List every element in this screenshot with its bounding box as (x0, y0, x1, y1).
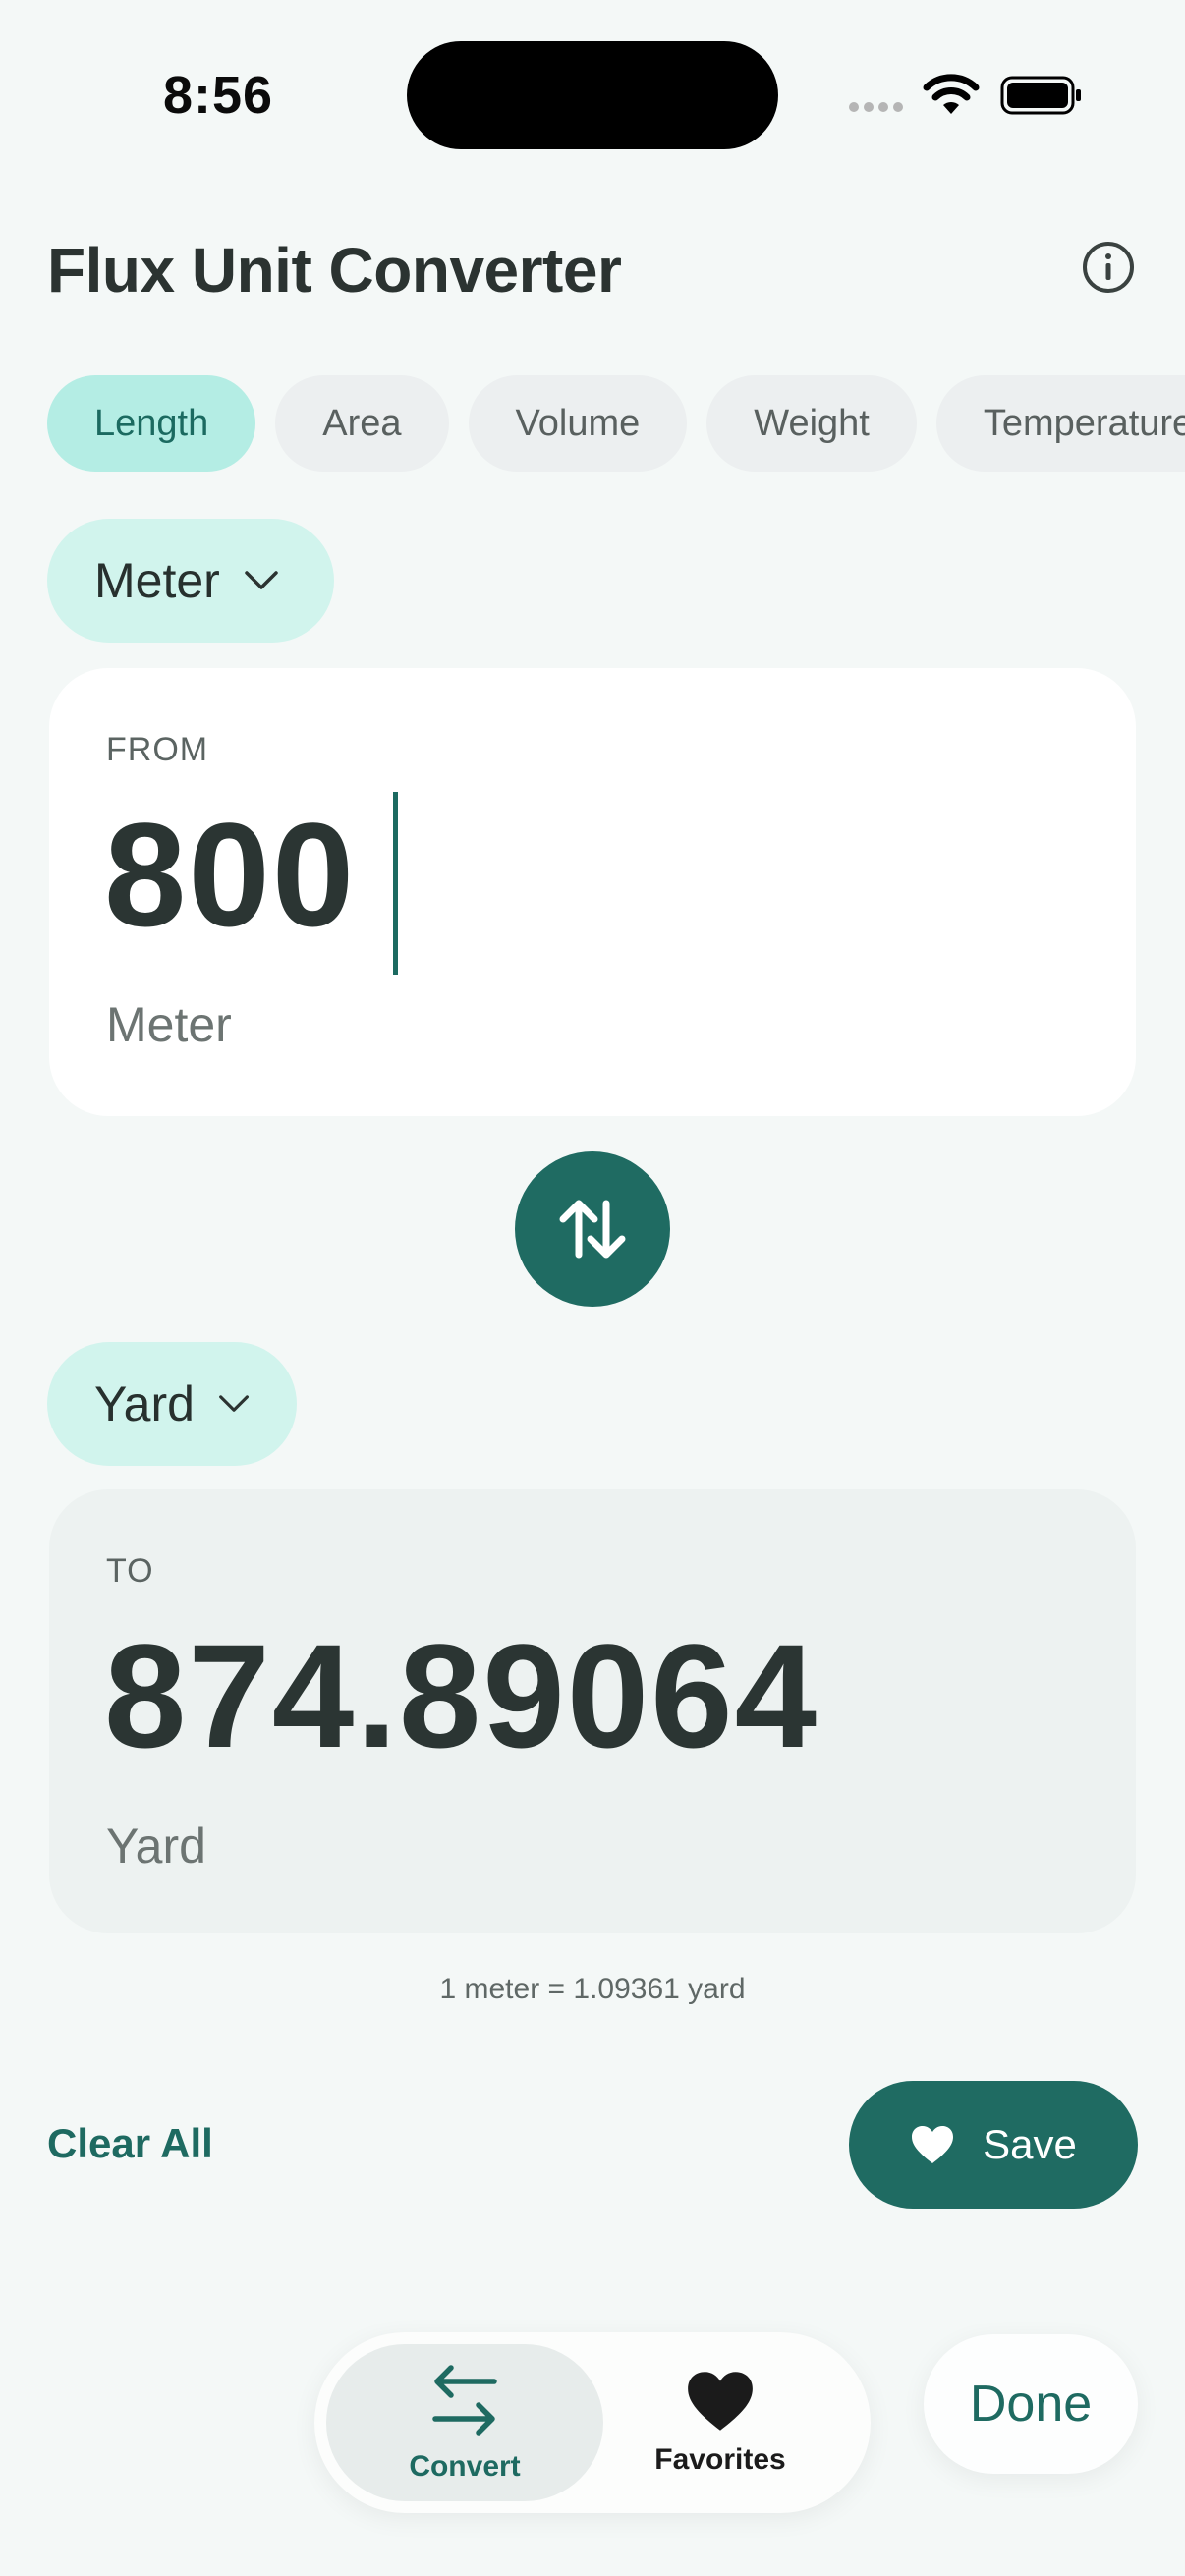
to-value: 874.89064 (104, 1613, 819, 1778)
tab-length[interactable]: Length (47, 375, 256, 472)
to-unit-dropdown[interactable]: Yard (47, 1342, 297, 1466)
from-card[interactable]: FROM 800 Meter (49, 668, 1136, 1116)
status-time: 8:56 (163, 66, 274, 125)
battery-icon (1000, 76, 1081, 115)
to-label: TO (106, 1552, 154, 1590)
save-button[interactable]: Save (849, 2081, 1138, 2209)
swap-arrows-icon (559, 1200, 626, 1259)
to-unit-text: Yard (106, 1819, 206, 1874)
chevron-down-icon (219, 1395, 249, 1412)
done-button[interactable]: Done (924, 2334, 1138, 2474)
heart-icon (912, 2126, 954, 2163)
tab-temperature[interactable]: Temperature (935, 375, 1185, 472)
from-label: FROM (106, 731, 209, 768)
tab-favorites[interactable]: Favorites (582, 2344, 859, 2501)
to-unit-dropdown-label: Yard (94, 1376, 195, 1431)
conversion-rate: 1 meter = 1.09361 yard (439, 1973, 746, 2005)
category-tabs: Length Area Volume Weight Temperature (47, 375, 1185, 474)
tab-favorites-label: Favorites (654, 2443, 786, 2476)
wifi-icon (923, 74, 980, 114)
convert-arrows-icon (432, 2365, 497, 2436)
tab-volume[interactable]: Volume (468, 375, 688, 472)
to-card: TO 874.89064 Yard (49, 1489, 1136, 1933)
save-label: Save (983, 2121, 1077, 2167)
dynamic-island (407, 41, 778, 149)
chevron-down-icon (245, 571, 278, 589)
from-unit-dropdown-label: Meter (94, 553, 220, 608)
text-cursor (393, 792, 398, 975)
info-icon[interactable] (1081, 240, 1136, 295)
tab-area[interactable]: Area (275, 375, 449, 472)
from-value-input[interactable]: 800 (104, 790, 356, 960)
bottom-tab-bar: Convert Favorites (314, 2332, 871, 2513)
heart-icon (688, 2372, 753, 2431)
clear-all-button[interactable]: Clear All (47, 2120, 213, 2167)
swap-units-button[interactable] (515, 1151, 670, 1307)
from-unit-text: Meter (106, 997, 232, 1052)
tab-convert[interactable]: Convert (326, 2344, 603, 2501)
cellular-signal-icon (849, 102, 908, 116)
page-title: Flux Unit Converter (47, 235, 622, 306)
from-unit-dropdown[interactable]: Meter (47, 519, 334, 643)
tab-weight[interactable]: Weight (706, 375, 917, 472)
tab-convert-label: Convert (409, 2450, 521, 2483)
